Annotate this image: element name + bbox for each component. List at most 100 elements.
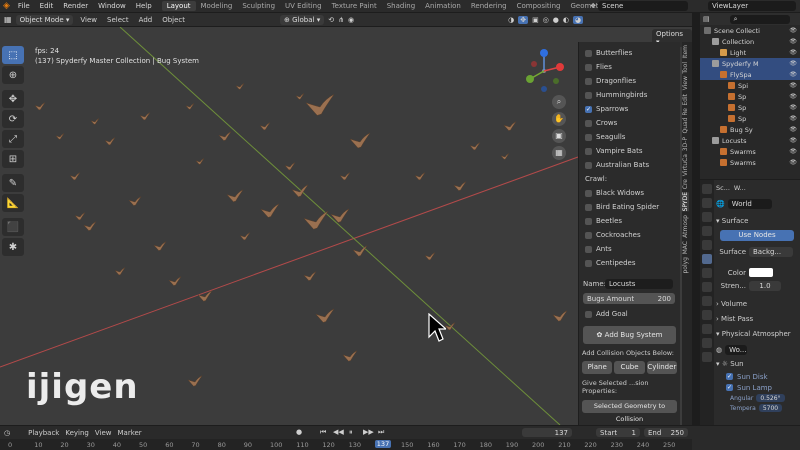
bugs-amount-field[interactable]: Bugs Amount 200 bbox=[583, 293, 675, 304]
tab-compositing[interactable]: Compositing bbox=[512, 1, 566, 11]
visibility-eye-icon[interactable]: 👁 bbox=[789, 38, 797, 45]
flyer-checkbox-hummingbirds[interactable]: Hummingbirds bbox=[579, 88, 680, 102]
visibility-eye-icon[interactable]: 👁 bbox=[789, 159, 797, 166]
menu-file[interactable]: File bbox=[14, 2, 34, 10]
add-cube-tool-icon[interactable]: ⬛ bbox=[2, 218, 24, 236]
sidebar-tab-item[interactable]: Item bbox=[682, 45, 689, 59]
gizmo-icon[interactable]: ✥ bbox=[518, 15, 529, 24]
crawler-checkbox-beetles[interactable]: Beetles bbox=[579, 214, 680, 228]
atmosphere-selector[interactable]: Wo... bbox=[725, 345, 748, 355]
solid-shading-icon[interactable]: ● bbox=[553, 16, 559, 24]
flyer-checkbox-crows[interactable]: Crows bbox=[579, 116, 680, 130]
visibility-eye-icon[interactable]: 👁 bbox=[789, 148, 797, 155]
timeline-ruler[interactable]: 0 10 20 30 40 50 60 70 80 90 100 110 120 130 137 150 160… bbox=[0, 439, 692, 450]
menu-help[interactable]: Help bbox=[132, 2, 156, 10]
play-icon[interactable]: ⏸ bbox=[349, 428, 353, 437]
render-tab-icon[interactable] bbox=[702, 198, 712, 208]
mode-dropdown[interactable]: Object Mode ▾ bbox=[15, 14, 74, 25]
crawler-checkbox-bird-eating-spider[interactable]: Bird Eating Spider bbox=[579, 200, 680, 214]
color-swatch[interactable] bbox=[749, 268, 773, 277]
rotate-tool-icon[interactable]: ⟳ bbox=[2, 110, 24, 128]
flyer-checkbox-dragonflies[interactable]: Dragonflies bbox=[579, 74, 680, 88]
surface-header[interactable]: ▾ Surface bbox=[716, 217, 798, 228]
collision-cylinder-button[interactable]: Cylinder bbox=[646, 361, 677, 374]
outliner-row[interactable]: Light 👁 bbox=[700, 47, 800, 58]
outliner-row[interactable]: Swarms 👁 bbox=[700, 157, 800, 168]
flyer-checkbox-butterflies[interactable]: Butterflies bbox=[579, 46, 680, 60]
transform-orientation-dropdown[interactable]: ⊕ Global ▾ bbox=[280, 14, 325, 25]
scene-selector[interactable]: Scene bbox=[598, 1, 688, 11]
visibility-eye-icon[interactable]: 👁 bbox=[789, 60, 797, 67]
sun-disk-checkbox[interactable]: ✓ Sun Disk bbox=[716, 371, 798, 382]
proportional-icon[interactable]: ◉ bbox=[348, 16, 354, 24]
timeline-editor-icon[interactable]: ◷ bbox=[4, 429, 10, 437]
temperature-field[interactable]: 5700 bbox=[758, 404, 783, 412]
modifier-tab-icon[interactable] bbox=[702, 282, 712, 292]
flyer-checkbox-vampire-bats[interactable]: Vampire Bats bbox=[579, 144, 680, 158]
outliner-row[interactable]: Swarms 👁 bbox=[700, 146, 800, 157]
collision-cube-button[interactable]: Cube bbox=[614, 361, 645, 374]
camera-icon[interactable]: ▣ bbox=[552, 129, 566, 143]
outliner-display-icon[interactable]: ▤ bbox=[703, 15, 710, 23]
outliner-row[interactable]: Locusts 👁 bbox=[700, 135, 800, 146]
visibility-eye-icon[interactable]: 👁 bbox=[789, 71, 797, 78]
editor-type-icon[interactable]: ▦ bbox=[4, 15, 12, 24]
surface-shader-field[interactable]: Backg... bbox=[749, 246, 793, 257]
outliner-row[interactable]: FlySpa 👁 bbox=[700, 69, 800, 80]
view-layer-tab-icon[interactable] bbox=[702, 226, 712, 236]
outliner-row[interactable]: Bug Sy 👁 bbox=[700, 124, 800, 135]
visibility-eye-icon[interactable]: 👁 bbox=[789, 93, 797, 100]
texture-tab-icon[interactable] bbox=[702, 352, 712, 362]
menu-add[interactable]: Add bbox=[136, 16, 156, 24]
menu-window[interactable]: Window bbox=[94, 2, 130, 10]
collision-plane-button[interactable]: Plane bbox=[582, 361, 613, 374]
scene-tab-icon[interactable] bbox=[702, 240, 712, 250]
flyer-checkbox-sparrows[interactable]: ✓ Sparrows bbox=[579, 102, 680, 116]
sidebar-tab-spyde[interactable]: SPYDE bbox=[682, 192, 689, 212]
navigation-gizmo[interactable] bbox=[520, 47, 568, 95]
tab-sculpting[interactable]: Sculpting bbox=[237, 1, 280, 11]
tab-uv-editing[interactable]: UV Editing bbox=[280, 1, 327, 11]
timeline-view-menu[interactable]: View bbox=[95, 429, 112, 437]
tab-modeling[interactable]: Modeling bbox=[196, 1, 238, 11]
extra-tool-icon[interactable]: ✱ bbox=[2, 238, 24, 256]
zoom-icon[interactable]: ⌕ bbox=[552, 95, 566, 109]
overlay-icon[interactable]: ◑ bbox=[508, 16, 514, 24]
world-selector[interactable]: World bbox=[727, 199, 772, 209]
angle-field[interactable]: 0.526° bbox=[756, 394, 785, 402]
outliner-row[interactable]: Scene Collecti 👁 bbox=[700, 25, 800, 36]
pan-hand-icon[interactable]: ✋ bbox=[552, 112, 566, 126]
tab-animation[interactable]: Animation bbox=[420, 1, 466, 11]
constraints-tab-icon[interactable] bbox=[702, 324, 712, 334]
visibility-eye-icon[interactable]: 👁 bbox=[789, 82, 797, 89]
end-frame-field[interactable]: End 250 bbox=[644, 428, 688, 437]
name-input[interactable]: Locusts bbox=[605, 279, 673, 289]
current-frame-field[interactable]: 137 bbox=[522, 428, 572, 437]
timeline-playback-menu[interactable]: Playback bbox=[28, 429, 59, 437]
start-frame-field[interactable]: Start 1 bbox=[596, 428, 640, 437]
menu-render[interactable]: Render bbox=[59, 2, 92, 10]
sidebar-tab-tool[interactable]: Tool bbox=[682, 62, 689, 74]
annotate-tool-icon[interactable]: ✎ bbox=[2, 174, 24, 192]
tab-layout[interactable]: Layout bbox=[161, 1, 196, 11]
record-icon[interactable]: ● bbox=[296, 428, 302, 436]
sun-header[interactable]: ▾ ☼ Sun bbox=[716, 360, 798, 371]
flyer-checkbox-flies[interactable]: Flies bbox=[579, 60, 680, 74]
outliner-row[interactable]: Sp 👁 bbox=[700, 91, 800, 102]
snap-icon[interactable]: ⋔ bbox=[338, 16, 344, 24]
outliner-row[interactable]: Spi 👁 bbox=[700, 80, 800, 91]
tool-tab-icon[interactable] bbox=[702, 184, 712, 194]
outliner-row[interactable]: Collection 👁 bbox=[700, 36, 800, 47]
mist-header[interactable]: › Mist Pass bbox=[716, 315, 798, 326]
output-tab-icon[interactable] bbox=[702, 212, 712, 222]
jump-end-icon[interactable]: ⏭ bbox=[378, 428, 384, 437]
sidebar-tab-edit[interactable]: Edit bbox=[682, 94, 689, 106]
measure-tool-icon[interactable]: 📐 bbox=[2, 194, 24, 212]
tab-shading[interactable]: Shading bbox=[382, 1, 420, 11]
view-layer-selector[interactable]: ViewLayer bbox=[708, 1, 796, 11]
add-bug-system-button[interactable]: ✿ Add Bug System bbox=[583, 326, 676, 344]
scale-tool-icon[interactable]: ⤢ bbox=[2, 130, 24, 148]
flyer-checkbox-seagulls[interactable]: Seagulls bbox=[579, 130, 680, 144]
crawler-checkbox-centipedes[interactable]: Centipedes bbox=[579, 256, 680, 270]
visibility-eye-icon[interactable]: 👁 bbox=[789, 126, 797, 133]
